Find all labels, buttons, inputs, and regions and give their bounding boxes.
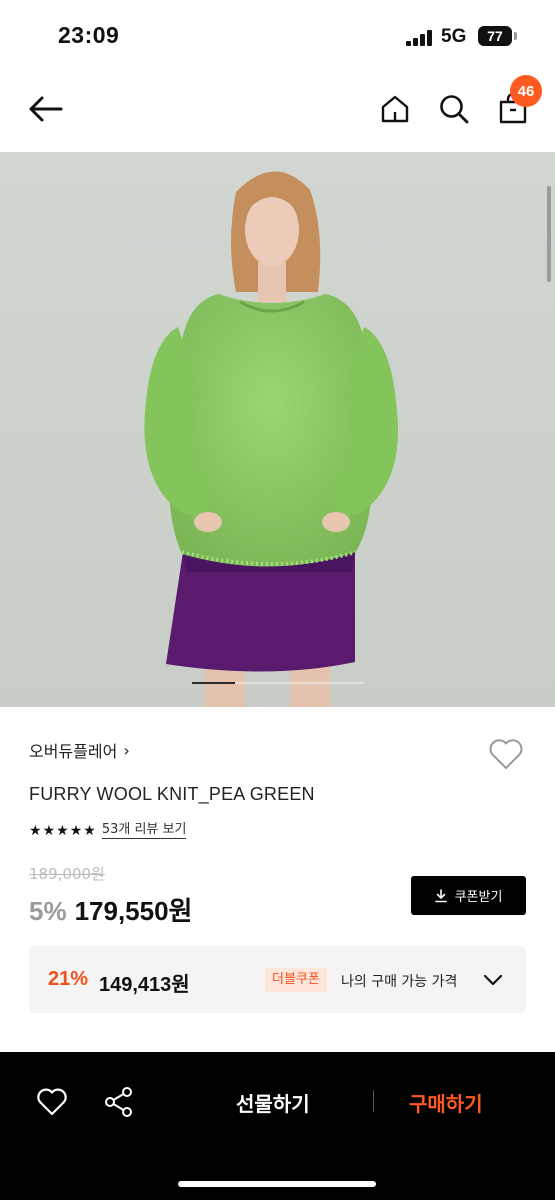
rating-stars: ★ ★ ★ ★ ★ bbox=[29, 824, 96, 838]
discount-rate: 5% bbox=[29, 896, 67, 926]
review-link[interactable]: 53개 리뷰 보기 bbox=[101, 822, 187, 839]
download-icon bbox=[434, 888, 447, 902]
arrow-left-icon bbox=[29, 96, 63, 122]
brand-link[interactable]: 오버듀플레어 › bbox=[29, 738, 130, 762]
scroll-indicator bbox=[547, 186, 551, 282]
image-pagination-track bbox=[192, 682, 364, 684]
sale-price: 179,550원 bbox=[74, 896, 193, 926]
search-icon bbox=[440, 95, 469, 124]
home-icon bbox=[381, 95, 409, 123]
battery-icon: 77 bbox=[478, 26, 512, 46]
share-icon bbox=[105, 1087, 132, 1117]
price-row: 5% 179,550원 bbox=[29, 891, 192, 928]
heart-icon bbox=[489, 739, 523, 769]
status-time: 23:09 bbox=[58, 22, 120, 48]
image-pagination-thumb bbox=[192, 682, 235, 684]
double-coupon-badge: 더블쿠폰 bbox=[265, 968, 327, 992]
original-price: 189,000원 bbox=[29, 865, 105, 883]
network-label: 5G bbox=[441, 26, 467, 47]
star-icon: ★ bbox=[83, 822, 96, 839]
product-image[interactable] bbox=[0, 152, 555, 707]
benefit-price: 149,413원 bbox=[99, 974, 190, 996]
battery-tip bbox=[514, 32, 517, 40]
status-bar: 23:09 5G 77 bbox=[0, 0, 555, 70]
star-icon: ★ bbox=[56, 822, 69, 839]
home-indicator[interactable] bbox=[178, 1181, 376, 1187]
rating-row: ★ ★ ★ ★ ★ 53개 리뷰 보기 bbox=[29, 822, 187, 839]
divider bbox=[373, 1090, 374, 1112]
brand-name: 오버듀플레어 bbox=[29, 742, 118, 761]
best-price-panel[interactable]: 21% 149,413원 더블쿠폰 나의 구매 가능 가격 bbox=[29, 946, 526, 1013]
benefit-discount-rate: 21% bbox=[48, 968, 89, 990]
search-button[interactable] bbox=[433, 88, 475, 130]
home-button[interactable] bbox=[374, 88, 416, 130]
chevron-right-icon: › bbox=[123, 740, 130, 760]
product-photo bbox=[0, 152, 555, 707]
coupon-download-button[interactable]: 쿠폰받기 bbox=[411, 876, 526, 915]
star-icon: ★ bbox=[69, 822, 83, 839]
gift-button[interactable]: 선물하기 bbox=[236, 1088, 310, 1117]
coupon-button-label: 쿠폰받기 bbox=[454, 890, 503, 905]
cellular-signal-icon bbox=[406, 30, 434, 46]
star-icon: ★ bbox=[42, 822, 56, 839]
heart-icon bbox=[37, 1088, 67, 1116]
product-name: FURRY WOOL KNIT_PEA GREEN bbox=[29, 784, 315, 804]
top-navigation: 46 bbox=[0, 70, 555, 152]
bottom-action-bar: 선물하기 구매하기 bbox=[0, 1052, 555, 1200]
chevron-down-icon bbox=[483, 974, 503, 986]
star-icon: ★ bbox=[29, 822, 42, 839]
share-button[interactable] bbox=[99, 1082, 139, 1122]
back-button[interactable] bbox=[22, 88, 68, 130]
expand-benefit-button[interactable] bbox=[479, 966, 507, 994]
wishlist-button[interactable] bbox=[484, 732, 528, 776]
benefit-label: 나의 구매 가능 가격 bbox=[341, 974, 458, 990]
bottom-wishlist-button[interactable] bbox=[32, 1082, 72, 1122]
buy-button[interactable]: 구매하기 bbox=[409, 1088, 483, 1117]
cart-count-badge: 46 bbox=[510, 75, 542, 107]
